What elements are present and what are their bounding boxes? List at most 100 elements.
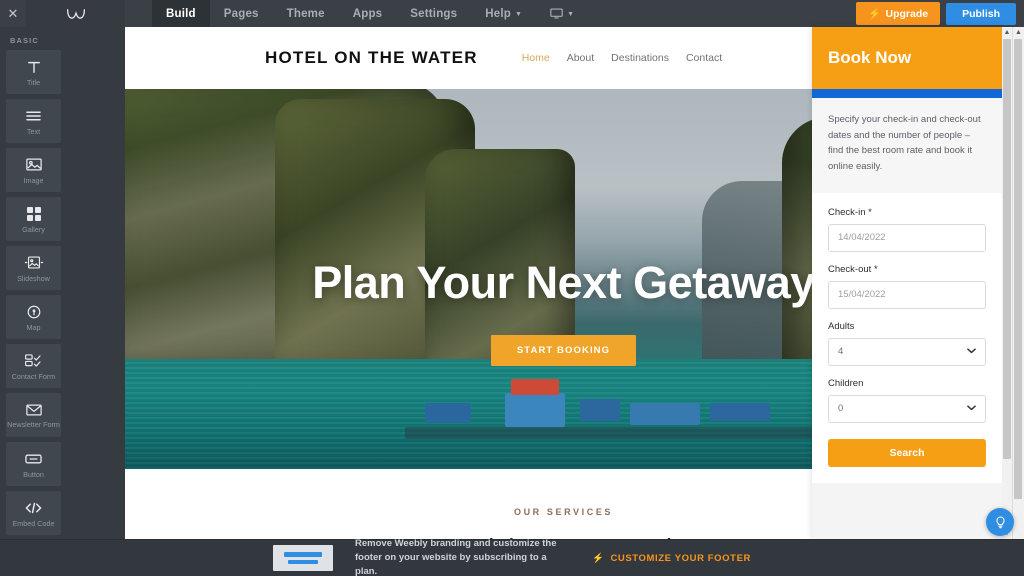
booking-widget[interactable]: Book Now Specify your check-in and check…	[812, 27, 1002, 539]
required-marker: *	[873, 263, 878, 275]
element-sidebar[interactable]: BASIC Title Text Image Gallery Slideshow…	[0, 27, 125, 576]
chevron-down-icon: ▼	[567, 11, 575, 18]
chevron-down-icon	[967, 403, 976, 414]
checkin-label-text: Check-in	[828, 206, 866, 218]
tab-build-label: Build	[166, 7, 196, 20]
text-lines-icon	[26, 106, 41, 125]
chevron-down-icon	[967, 346, 976, 357]
customize-footer-link[interactable]: ⚡ CUSTOMIZE YOUR FOOTER	[592, 553, 751, 564]
booking-form: Check-in * 14/04/2022 Check-out * 15/04/…	[812, 192, 1002, 483]
weebly-branding-banner: Remove Weebly branding and customize the…	[0, 538, 1024, 576]
slideshow-icon	[24, 253, 44, 272]
sidebar-item-label: Embed Code	[12, 519, 55, 528]
upgrade-button[interactable]: ⚡ Upgrade	[856, 2, 941, 25]
checkout-input[interactable]: 15/04/2022	[828, 280, 986, 309]
start-booking-button[interactable]: START BOOKING	[490, 335, 637, 366]
site-logo[interactable]: HOTEL ON THE WATER	[265, 48, 478, 68]
sidebar-item-map[interactable]: Map	[6, 295, 61, 339]
sidebar-item-label: Gallery	[22, 225, 45, 234]
children-value: 0	[838, 403, 844, 415]
sidebar-item-label: Button	[23, 470, 44, 479]
hero-title[interactable]: Plan Your Next Getaway	[312, 257, 815, 309]
search-button[interactable]: Search	[828, 438, 986, 467]
tab-apps-label: Apps	[352, 7, 383, 20]
map-pin-icon	[27, 302, 41, 321]
sidebar-section-basic: Title Text Image Gallery Slideshow Map C…	[6, 50, 119, 535]
banner-message: Remove Weebly branding and customize the…	[355, 538, 557, 576]
image-icon	[25, 155, 42, 174]
tab-theme[interactable]: Theme	[273, 0, 339, 27]
checkout-label: Check-out *	[828, 264, 986, 275]
sidebar-item-button[interactable]: Button	[6, 442, 61, 486]
page-scrollbar-thumb[interactable]	[1014, 39, 1022, 499]
sidebar-item-label: Image	[23, 176, 44, 185]
sidebar-item-label: Contact Form	[11, 372, 56, 381]
weebly-editor-window: ✕ Build Pages Theme Apps Settings Help ▼…	[0, 0, 1024, 576]
sidebar-item-newsletter-form[interactable]: Newsletter Form	[6, 393, 61, 437]
close-editor-button[interactable]: ✕	[0, 0, 26, 27]
lightning-bolt-icon: ⚡	[592, 552, 605, 564]
tab-pages[interactable]: Pages	[210, 0, 273, 27]
booking-accent-rule	[812, 89, 1002, 98]
weebly-logo[interactable]	[26, 0, 125, 27]
sidebar-item-label: Text	[26, 127, 41, 136]
tab-build[interactable]: Build	[152, 0, 210, 27]
sidebar-item-embed-code[interactable]: Embed Code	[6, 491, 61, 535]
tab-pages-label: Pages	[223, 7, 259, 20]
footer-preview-thumbnail	[273, 545, 334, 571]
checkin-input[interactable]: 14/04/2022	[828, 223, 986, 252]
scroll-up-arrow[interactable]: ▲	[1013, 27, 1024, 38]
tab-apps[interactable]: Apps	[339, 0, 397, 27]
title-icon	[27, 57, 41, 76]
nav-about[interactable]: About	[567, 52, 594, 64]
required-marker: *	[868, 206, 872, 218]
top-toolbar: ✕ Build Pages Theme Apps Settings Help ▼…	[0, 0, 1024, 27]
sidebar-item-contact-form[interactable]: Contact Form	[6, 344, 61, 388]
adults-label: Adults	[828, 320, 855, 332]
button-icon	[25, 449, 42, 468]
tab-settings-label: Settings	[410, 7, 458, 20]
sidebar-item-label: Title	[26, 78, 41, 87]
tab-help[interactable]: Help ▼	[471, 0, 536, 27]
children-label: Children	[828, 377, 864, 389]
booking-intro-text: Specify your check-in and check-out date…	[812, 98, 1002, 193]
booking-title: Book Now	[828, 48, 912, 67]
checkout-label-text: Check-out	[828, 263, 872, 275]
sidebar-item-slideshow[interactable]: Slideshow	[6, 246, 61, 290]
adults-select[interactable]: 4	[828, 337, 986, 366]
sidebar-item-gallery[interactable]: Gallery	[6, 197, 61, 241]
page-scrollbar[interactable]: ▲ ▼	[1012, 27, 1024, 576]
nav-home[interactable]: Home	[522, 52, 550, 64]
sidebar-item-label: Slideshow	[17, 274, 50, 283]
tab-theme-label: Theme	[286, 7, 325, 20]
lightning-bolt-icon: ⚡	[868, 8, 882, 20]
sidebar-section-basic-title: BASIC	[10, 36, 39, 45]
device-preview-button[interactable]: ▼	[536, 0, 588, 27]
sidebar-item-label: Newsletter Form	[7, 420, 60, 430]
sidebar-item-text[interactable]: Text	[6, 99, 61, 143]
tab-settings[interactable]: Settings	[396, 0, 471, 27]
scroll-up-arrow[interactable]: ▲	[1002, 27, 1012, 38]
tab-help-label: Help	[485, 7, 511, 20]
widget-scrollbar-thumb[interactable]	[1003, 39, 1011, 459]
sidebar-item-title[interactable]: Title	[6, 50, 61, 94]
checkin-label: Check-in *	[828, 207, 986, 218]
main-menu: Build Pages Theme Apps Settings Help ▼ ▼	[152, 0, 588, 27]
help-lightbulb-button[interactable]	[986, 508, 1014, 536]
nav-contact[interactable]: Contact	[686, 52, 722, 64]
monitor-icon	[550, 8, 563, 19]
customize-footer-label: CUSTOMIZE YOUR FOOTER	[610, 552, 751, 564]
sidebar-item-image[interactable]: Image	[6, 148, 61, 192]
code-icon	[25, 498, 42, 517]
sidebar-item-label: Map	[26, 323, 41, 332]
lightbulb-icon	[995, 515, 1005, 528]
chevron-down-icon: ▼	[514, 11, 523, 18]
children-select[interactable]: 0	[828, 394, 986, 423]
adults-value: 4	[838, 346, 844, 358]
widget-scrollbar[interactable]: ▲ ▼	[1002, 27, 1012, 539]
gallery-grid-icon	[26, 204, 41, 223]
nav-destinations[interactable]: Destinations	[611, 52, 669, 64]
booking-header: Book Now	[812, 27, 1002, 89]
publish-button[interactable]: Publish	[946, 2, 1016, 25]
booking-footer-spacer	[812, 482, 1002, 539]
